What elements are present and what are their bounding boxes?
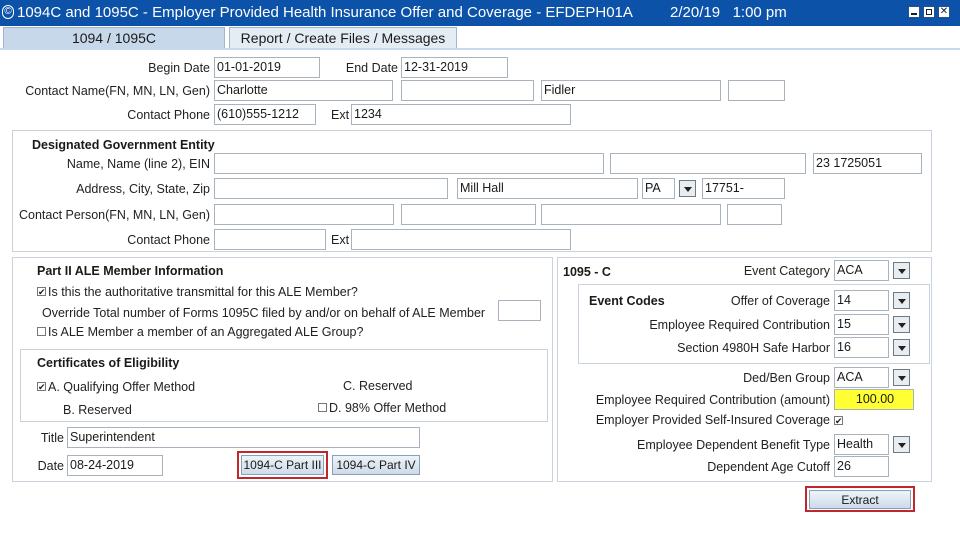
dge-name-field[interactable] [214,153,604,174]
dge-state-field[interactable]: PA [642,178,675,199]
offer-field[interactable]: 14 [834,290,889,311]
title-label: Title [40,431,64,445]
ded-ben-dropdown-icon[interactable] [893,369,910,386]
ext-label: Ext [331,108,350,122]
app-icon: © [2,5,14,19]
coe-d-checkbox[interactable] [318,403,327,412]
coe-b-label: B. Reserved [63,403,132,417]
form1095-heading: 1095 - C [563,265,611,279]
self-insured-checkbox[interactable]: ✔ [834,416,843,426]
contact-first-name-field[interactable]: Charlotte [214,80,393,101]
title-bar: © 1094C and 1095C - Employer Provided He… [0,0,960,26]
override-field[interactable] [498,300,541,321]
authoritative-label: Is this the authoritative transmittal fo… [48,285,358,299]
tab-divider [0,48,960,50]
contact-phone-field[interactable]: (610)555-1212 [214,104,316,125]
dep-benefit-field[interactable]: Health [834,434,889,455]
event-category-dropdown-icon[interactable] [893,262,910,279]
coe-a-label: A. Qualifying Offer Method [48,380,196,394]
dge-city-field[interactable]: Mill Hall [457,178,638,199]
safe-harbor-dropdown-icon[interactable] [893,339,910,356]
dep-age-field[interactable]: 26 [834,456,889,477]
maximize-icon[interactable] [923,6,935,18]
aggregated-label: Is ALE Member a member of an Aggregated … [48,325,364,339]
date-label: Date [37,459,64,473]
end-date-label: End Date [345,61,398,75]
dge-contact-phone-label: Contact Phone [127,233,210,247]
emp-req-contrib-label: Employee Required Contribution [649,318,830,332]
dge-contact-person-label: Contact Person(FN, MN, LN, Gen) [18,208,210,222]
window-datetime: 2/20/19 1:00 pm [670,0,787,26]
part2-heading: Part II ALE Member Information [37,264,224,278]
minimize-icon[interactable] [908,6,920,18]
event-category-field[interactable]: ACA [834,260,889,281]
self-insured-label: Employer Provided Self-Insured Coverage [595,413,830,427]
extract-button[interactable]: Extract [809,490,911,509]
amount-label: Employee Required Contribution (amount) [595,393,830,407]
amount-field[interactable]: 100.00 [834,389,914,410]
window-title: 1094C and 1095C - Employer Provided Heal… [17,4,633,21]
dge-cp-gen-field[interactable] [727,204,782,225]
contact-last-name-field[interactable]: Fidler [541,80,721,101]
dep-age-label: Dependent Age Cutoff [707,460,830,474]
checkmark-icon: ✔ [38,382,46,392]
part3-button[interactable]: 1094-C Part III [241,455,324,475]
dge-state-dropdown-icon[interactable] [679,180,696,197]
window-date: 2/20/19 [670,4,721,21]
dge-name-label: Name, Name (line 2), EIN [66,157,210,171]
begin-date-field[interactable]: 01-01-2019 [214,57,320,78]
offer-dropdown-icon[interactable] [893,292,910,309]
safe-harbor-label: Section 4980H Safe Harbor [677,341,830,355]
safe-harbor-field[interactable]: 16 [834,337,889,358]
window-time: 1:00 pm [732,4,787,21]
dge-cp-last-field[interactable] [541,204,721,225]
authoritative-checkbox[interactable]: ✔ [37,287,46,297]
dge-heading: Designated Government Entity [32,138,215,152]
coe-d-label: D. 98% Offer Method [329,401,447,415]
aggregated-checkbox[interactable] [37,327,46,336]
checkmark-icon: ✔ [38,287,46,297]
ded-ben-field[interactable]: ACA [834,367,889,388]
contact-name-label: Contact Name(FN, MN, LN, Gen) [25,84,210,98]
contact-phone-label: Contact Phone [127,108,210,122]
checkmark-icon: ✔ [835,416,843,426]
emp-req-contrib-dropdown-icon[interactable] [893,316,910,333]
dge-cp-middle-field[interactable] [401,204,536,225]
contact-middle-name-field[interactable] [401,80,534,101]
ext-field[interactable]: 1234 [351,104,571,125]
dge-contact-phone-field[interactable] [214,229,326,250]
part4-button[interactable]: 1094-C Part IV [332,455,420,475]
offer-label: Offer of Coverage [730,294,830,308]
date-field[interactable]: 08-24-2019 [67,455,163,476]
dep-benefit-label: Employee Dependent Benefit Type [637,438,830,452]
dge-address-field[interactable] [214,178,448,199]
dep-benefit-dropdown-icon[interactable] [893,436,910,453]
dge-cp-first-field[interactable] [214,204,394,225]
coe-heading: Certificates of Eligibility [37,356,180,370]
title-field[interactable]: Superintendent [67,427,420,448]
event-category-label: Event Category [743,264,830,278]
dge-address-label: Address, City, State, Zip [76,182,210,196]
end-date-field[interactable]: 12-31-2019 [401,57,508,78]
dge-zip-field[interactable]: 17751- [702,178,785,199]
coe-c-label: C. Reserved [343,379,413,393]
dge-ein-field[interactable]: 23 1725051 [813,153,922,174]
begin-date-label: Begin Date [148,61,210,75]
dge-name2-field[interactable] [610,153,806,174]
emp-req-contrib-field[interactable]: 15 [834,314,889,335]
close-icon[interactable]: ✕ [938,6,950,18]
contact-gen-field[interactable] [728,80,785,101]
dge-ext-field[interactable] [351,229,571,250]
dge-ext-label: Ext [331,233,350,247]
ded-ben-label: Ded/Ben Group [743,371,830,385]
tab-1094-1095c[interactable]: 1094 / 1095C [3,27,225,49]
tab-report-create-files[interactable]: Report / Create Files / Messages [229,27,457,49]
override-label: Override Total number of Forms 1095C fil… [42,306,486,320]
coe-a-checkbox[interactable]: ✔ [37,382,46,392]
